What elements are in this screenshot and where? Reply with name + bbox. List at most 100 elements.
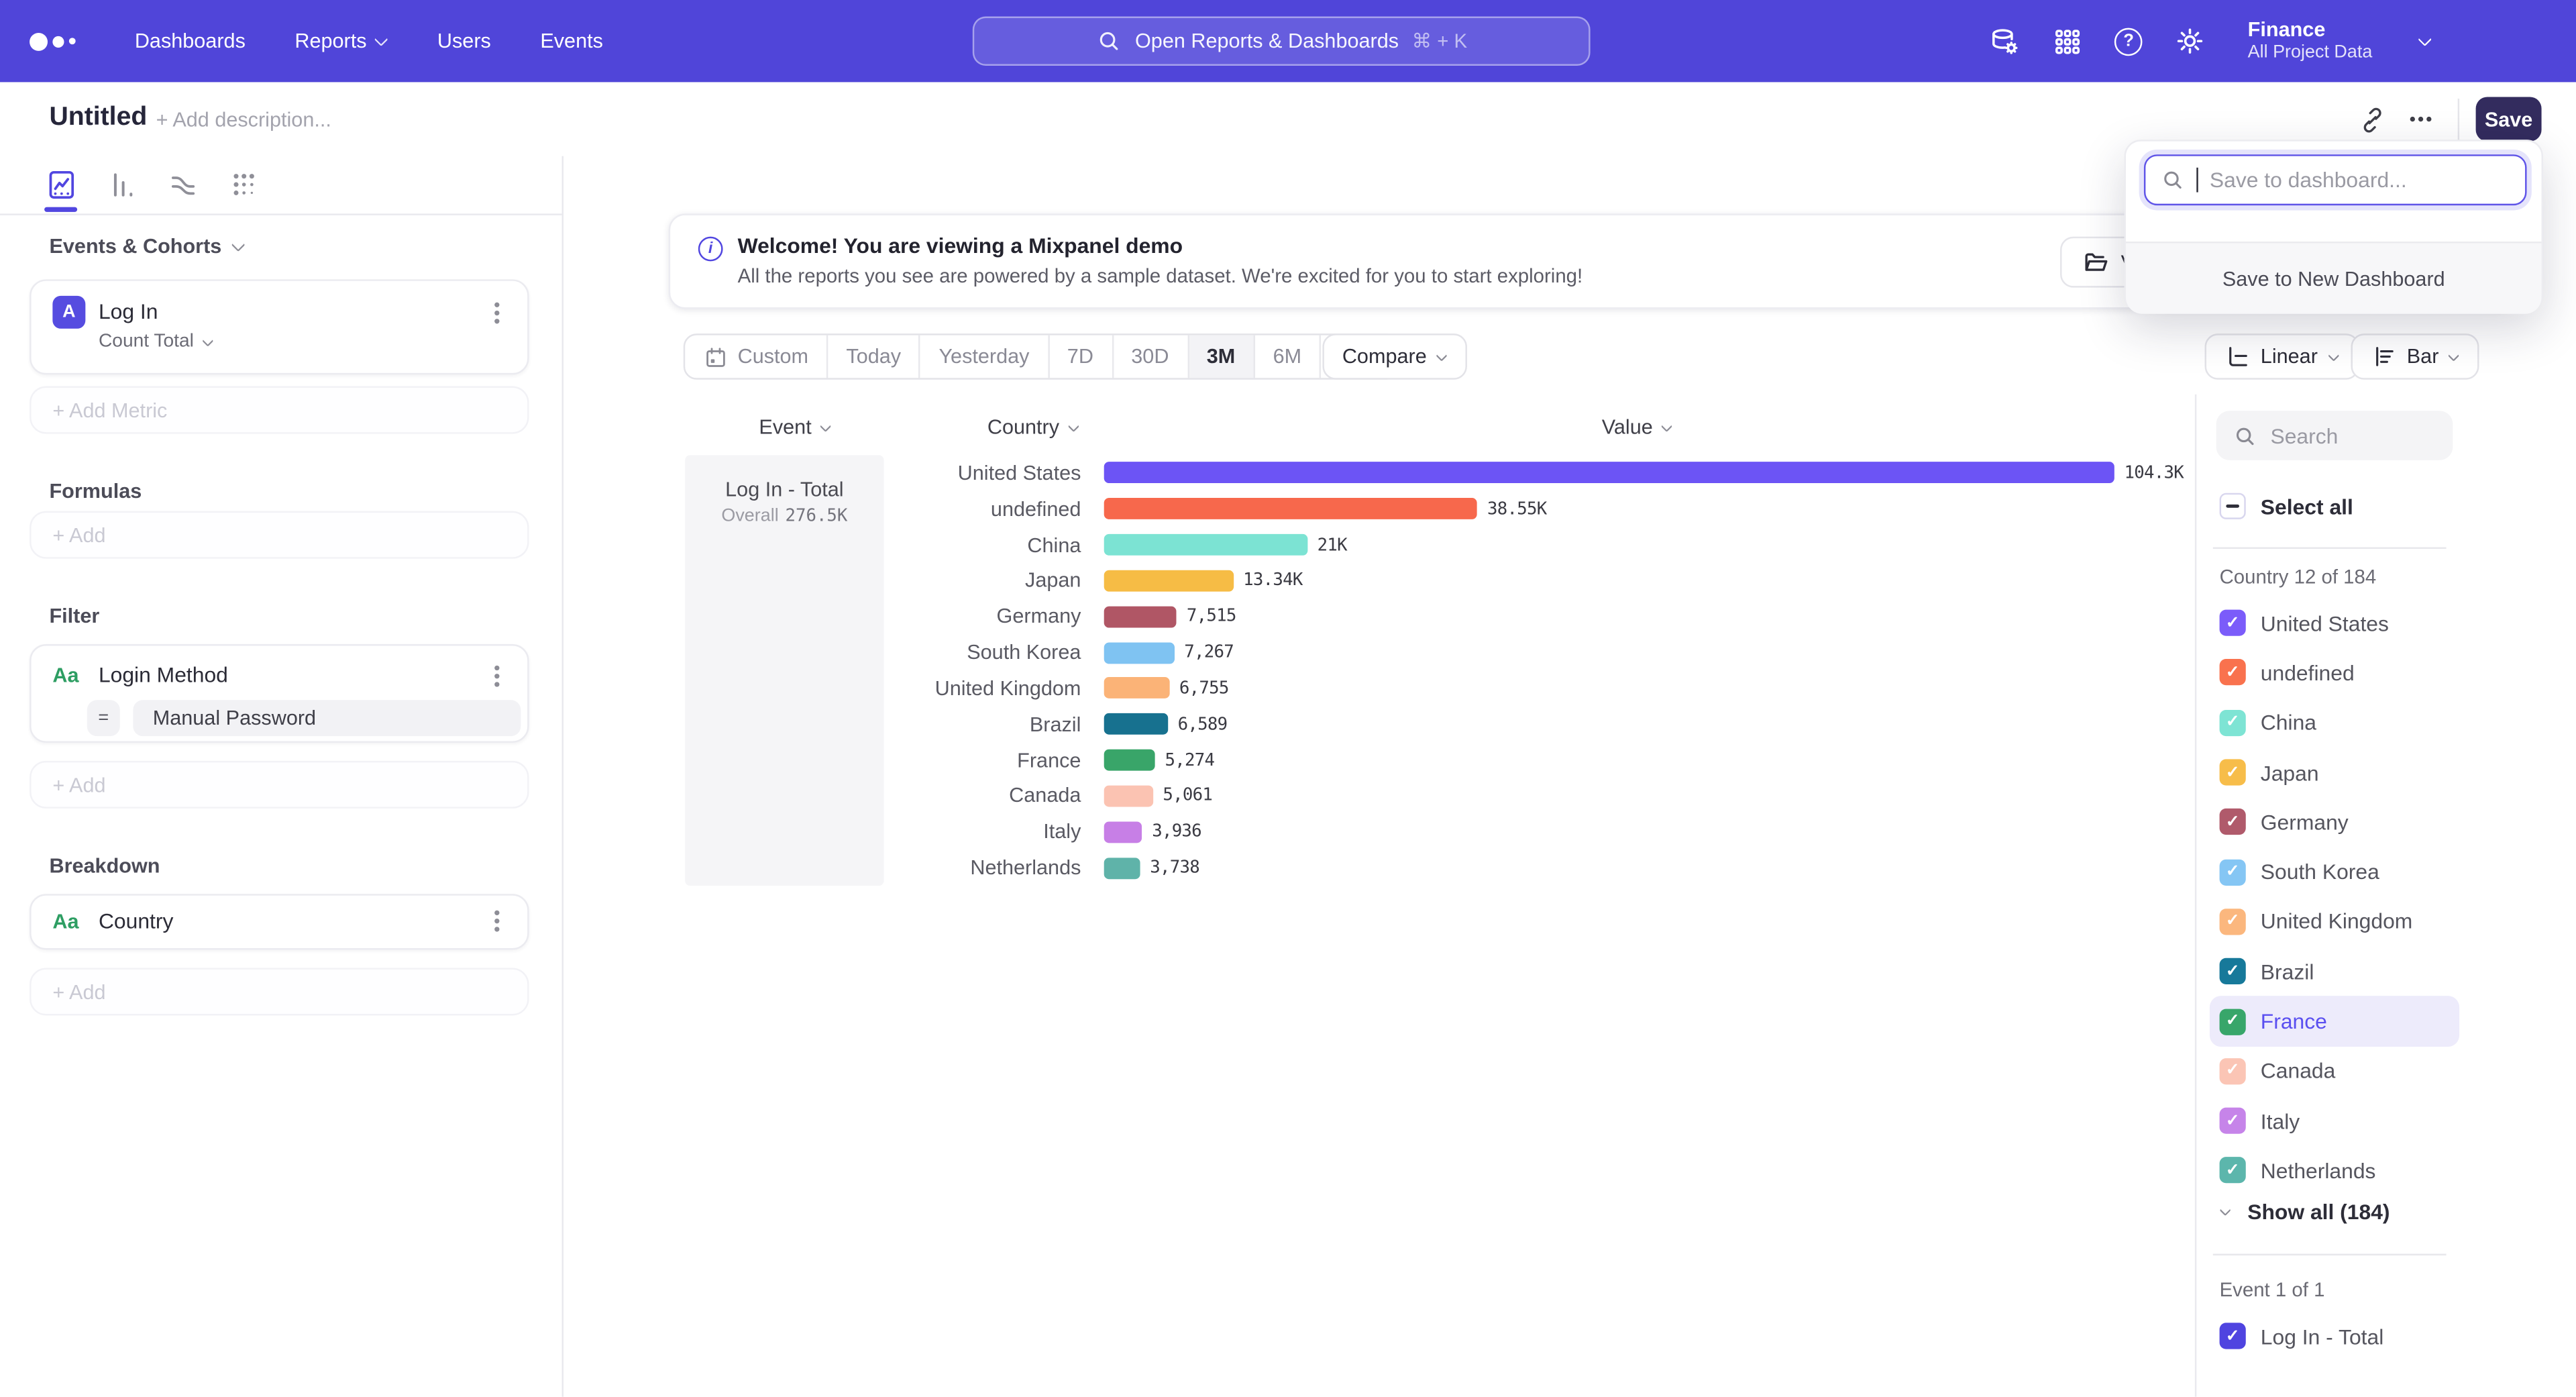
filter-item-france[interactable]: ✓France bbox=[2210, 996, 2459, 1046]
tab-bar-report[interactable] bbox=[103, 160, 140, 209]
date-range-picker: CustomTodayYesterday7D30D3M6M12M bbox=[684, 333, 1399, 380]
range-6m[interactable]: 6M bbox=[1255, 335, 1322, 378]
add-filter-button[interactable]: + Add bbox=[30, 761, 529, 809]
compare-button[interactable]: Compare bbox=[1322, 333, 1468, 380]
filter-item-brazil[interactable]: ✓Brazil bbox=[2210, 947, 2459, 996]
range-30d[interactable]: 30D bbox=[1113, 335, 1189, 378]
save-button[interactable]: Save bbox=[2476, 97, 2542, 141]
chevron-down-icon[interactable] bbox=[2418, 32, 2432, 46]
column-header-value[interactable]: Value bbox=[1602, 416, 1672, 439]
add-metric-button[interactable]: + Add Metric bbox=[30, 386, 529, 434]
breakdown-menu-icon[interactable] bbox=[494, 919, 499, 923]
column-header-event[interactable]: Event bbox=[759, 416, 831, 439]
save-to-new-dashboard-button[interactable]: Save to New Dashboard bbox=[2126, 243, 2542, 313]
bar[interactable] bbox=[1104, 641, 1175, 663]
add-breakdown-button[interactable]: + Add bbox=[30, 968, 529, 1015]
tab-insights[interactable] bbox=[43, 160, 79, 209]
events-cohorts-header[interactable]: Events & Cohorts bbox=[49, 235, 244, 258]
save-dashboard-input[interactable]: Save to dashboard... bbox=[2144, 154, 2527, 205]
filter-item-log-in-total[interactable]: ✓ Log In - Total bbox=[2210, 1313, 2383, 1359]
range-today[interactable]: Today bbox=[828, 335, 920, 378]
checkbox[interactable]: ✓ bbox=[2220, 909, 2246, 935]
nav-item-dashboards[interactable]: Dashboards bbox=[135, 30, 246, 52]
apps-grid-icon[interactable] bbox=[2052, 25, 2084, 57]
filter-item-south-korea[interactable]: ✓South Korea bbox=[2210, 847, 2459, 896]
filter-item-united-states[interactable]: ✓United States bbox=[2210, 598, 2459, 648]
checkbox[interactable]: ✓ bbox=[2220, 709, 2246, 735]
bar[interactable] bbox=[1104, 462, 2114, 484]
checkbox[interactable]: ✓ bbox=[2220, 1058, 2246, 1084]
checkbox[interactable]: ✓ bbox=[2220, 1008, 2246, 1034]
help-icon[interactable]: ? bbox=[2114, 27, 2143, 55]
checkbox[interactable]: ✓ bbox=[2220, 958, 2246, 984]
checkbox[interactable]: ✓ bbox=[2220, 610, 2246, 636]
column-header-country[interactable]: Country bbox=[987, 416, 1079, 439]
checkbox[interactable]: ✓ bbox=[2220, 1157, 2246, 1184]
checkbox[interactable]: ✓ bbox=[2220, 1323, 2246, 1349]
range-7d[interactable]: 7D bbox=[1049, 335, 1113, 378]
filter-value[interactable]: Manual Password bbox=[133, 700, 521, 736]
primary-nav: Dashboards Reports Users Events bbox=[135, 30, 603, 52]
nav-item-events[interactable]: Events bbox=[540, 30, 603, 52]
data-management-icon[interactable] bbox=[1986, 24, 2021, 58]
range-3m[interactable]: 3M bbox=[1189, 335, 1255, 378]
filter-item-italy[interactable]: ✓Italy bbox=[2210, 1096, 2459, 1145]
bar[interactable] bbox=[1104, 713, 1168, 735]
global-search-button[interactable]: Open Reports & Dashboards ⌘ + K bbox=[973, 16, 1591, 65]
mixpanel-logo-icon[interactable] bbox=[30, 32, 76, 50]
metric-aggregation[interactable]: Count Total bbox=[99, 332, 213, 352]
copy-link-icon[interactable] bbox=[2346, 98, 2395, 141]
report-type-tabs bbox=[0, 156, 562, 215]
filter-item-netherlands[interactable]: ✓Netherlands bbox=[2210, 1146, 2459, 1196]
tab-flows[interactable] bbox=[164, 160, 201, 209]
bar[interactable] bbox=[1104, 678, 1169, 699]
filter-item-germany[interactable]: ✓Germany bbox=[2210, 797, 2459, 847]
tab-retention[interactable] bbox=[225, 160, 262, 209]
show-all-toggle[interactable]: Show all (184) bbox=[2220, 1200, 2390, 1225]
range-yesterday[interactable]: Yesterday bbox=[921, 335, 1049, 378]
chevron-down-icon bbox=[2328, 349, 2339, 360]
checkbox[interactable]: ✓ bbox=[2220, 809, 2246, 835]
metric-event-name[interactable]: Log In bbox=[99, 299, 158, 324]
settings-gear-icon[interactable] bbox=[2174, 25, 2206, 58]
bar[interactable] bbox=[1104, 606, 1177, 627]
filter-operator[interactable]: = bbox=[87, 700, 120, 736]
add-description[interactable]: + Add description... bbox=[156, 109, 331, 132]
more-options-icon[interactable] bbox=[2396, 98, 2445, 141]
bar-row: United States104.3K bbox=[884, 455, 2198, 490]
bar[interactable] bbox=[1104, 570, 1234, 592]
bar[interactable] bbox=[1104, 499, 1478, 520]
select-all-checkbox[interactable] bbox=[2220, 493, 2246, 519]
bar[interactable] bbox=[1104, 749, 1155, 771]
panel-search-input[interactable]: Search bbox=[2216, 411, 2453, 460]
nav-item-users[interactable]: Users bbox=[437, 30, 491, 52]
filter-property-name[interactable]: Login Method bbox=[99, 662, 228, 687]
add-formula-button[interactable]: + Add bbox=[30, 511, 529, 559]
bar[interactable] bbox=[1104, 857, 1140, 878]
breakdown-property-name[interactable]: Country bbox=[99, 909, 174, 933]
range-custom[interactable]: Custom bbox=[685, 335, 828, 378]
y-scale-button[interactable]: Linear bbox=[2205, 333, 2359, 380]
bar[interactable] bbox=[1104, 534, 1307, 556]
metric-menu-icon[interactable] bbox=[494, 311, 499, 315]
filter-item-japan[interactable]: ✓Japan bbox=[2210, 747, 2459, 797]
select-all-row[interactable]: Select all bbox=[2210, 483, 2353, 529]
filter-item-china[interactable]: ✓China bbox=[2210, 698, 2459, 747]
bar[interactable] bbox=[1104, 821, 1142, 843]
chart-type-button[interactable]: Bar bbox=[2351, 333, 2479, 380]
project-switcher[interactable]: Finance All Project Data bbox=[2248, 19, 2373, 63]
filter-item-united-kingdom[interactable]: ✓United Kingdom bbox=[2210, 897, 2459, 947]
filter-item-canada[interactable]: ✓Canada bbox=[2210, 1046, 2459, 1096]
report-title[interactable]: Untitled bbox=[49, 103, 147, 133]
checkbox[interactable]: ✓ bbox=[2220, 1108, 2246, 1134]
checkbox[interactable]: ✓ bbox=[2220, 760, 2246, 786]
metric-card[interactable]: A Log In Count Total bbox=[30, 279, 529, 374]
bar[interactable] bbox=[1104, 785, 1153, 807]
checkbox[interactable]: ✓ bbox=[2220, 660, 2246, 686]
nav-item-reports[interactable]: Reports bbox=[294, 30, 388, 52]
filter-item-undefined[interactable]: ✓undefined bbox=[2210, 648, 2459, 698]
checkbox[interactable]: ✓ bbox=[2220, 859, 2246, 885]
filter-menu-icon[interactable] bbox=[494, 674, 499, 678]
filter-card[interactable]: Aa Login Method = Manual Password bbox=[30, 644, 529, 743]
breakdown-card[interactable]: Aa Country bbox=[30, 894, 529, 949]
